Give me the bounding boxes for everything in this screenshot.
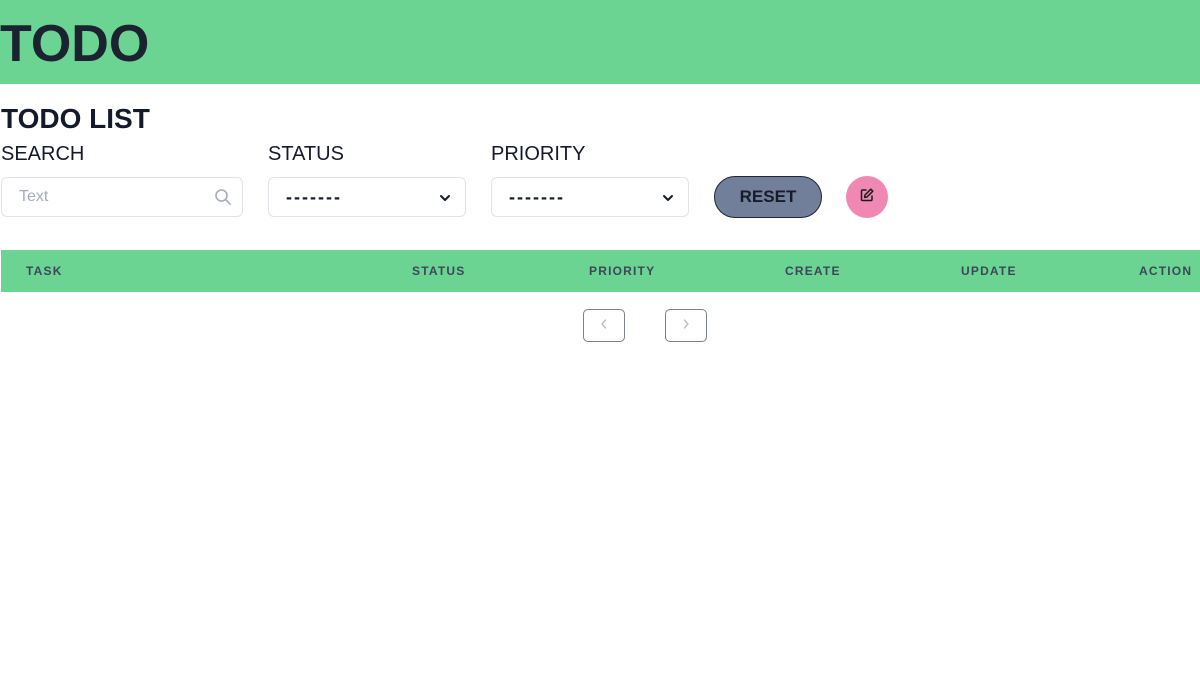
column-header-task: TASK <box>26 264 63 278</box>
reset-button[interactable]: RESET <box>714 176 822 218</box>
column-header-update: UPDATE <box>961 264 1017 278</box>
chevron-down-icon <box>661 191 675 205</box>
prev-page-button[interactable] <box>583 309 625 342</box>
priority-label: PRIORITY <box>491 143 586 165</box>
column-header-create: CREATE <box>785 264 841 278</box>
table-header: TASK STATUS PRIORITY CREATE UPDATE ACTIO… <box>1 250 1200 292</box>
next-page-button[interactable] <box>665 309 707 342</box>
status-select[interactable]: ------- <box>268 177 466 217</box>
status-select-value: ------- <box>286 187 342 207</box>
search-icon[interactable] <box>214 188 232 206</box>
add-task-button[interactable] <box>846 176 888 218</box>
chevron-right-icon <box>681 317 691 335</box>
priority-select-value: ------- <box>509 187 565 207</box>
app-title: TODO <box>0 15 150 73</box>
priority-select[interactable]: ------- <box>491 177 689 217</box>
edit-icon <box>859 187 875 208</box>
page-title: TODO LIST <box>1 103 150 134</box>
app-header: TODO <box>0 0 1200 84</box>
status-label: STATUS <box>268 143 344 165</box>
chevron-left-icon <box>599 317 609 335</box>
chevron-down-icon <box>438 191 452 205</box>
column-header-status: STATUS <box>412 264 466 278</box>
search-box <box>1 177 243 217</box>
column-header-priority: PRIORITY <box>589 264 656 278</box>
search-label: SEARCH <box>1 143 85 165</box>
search-input[interactable] <box>2 178 202 216</box>
column-header-action: ACTION <box>1139 264 1193 278</box>
